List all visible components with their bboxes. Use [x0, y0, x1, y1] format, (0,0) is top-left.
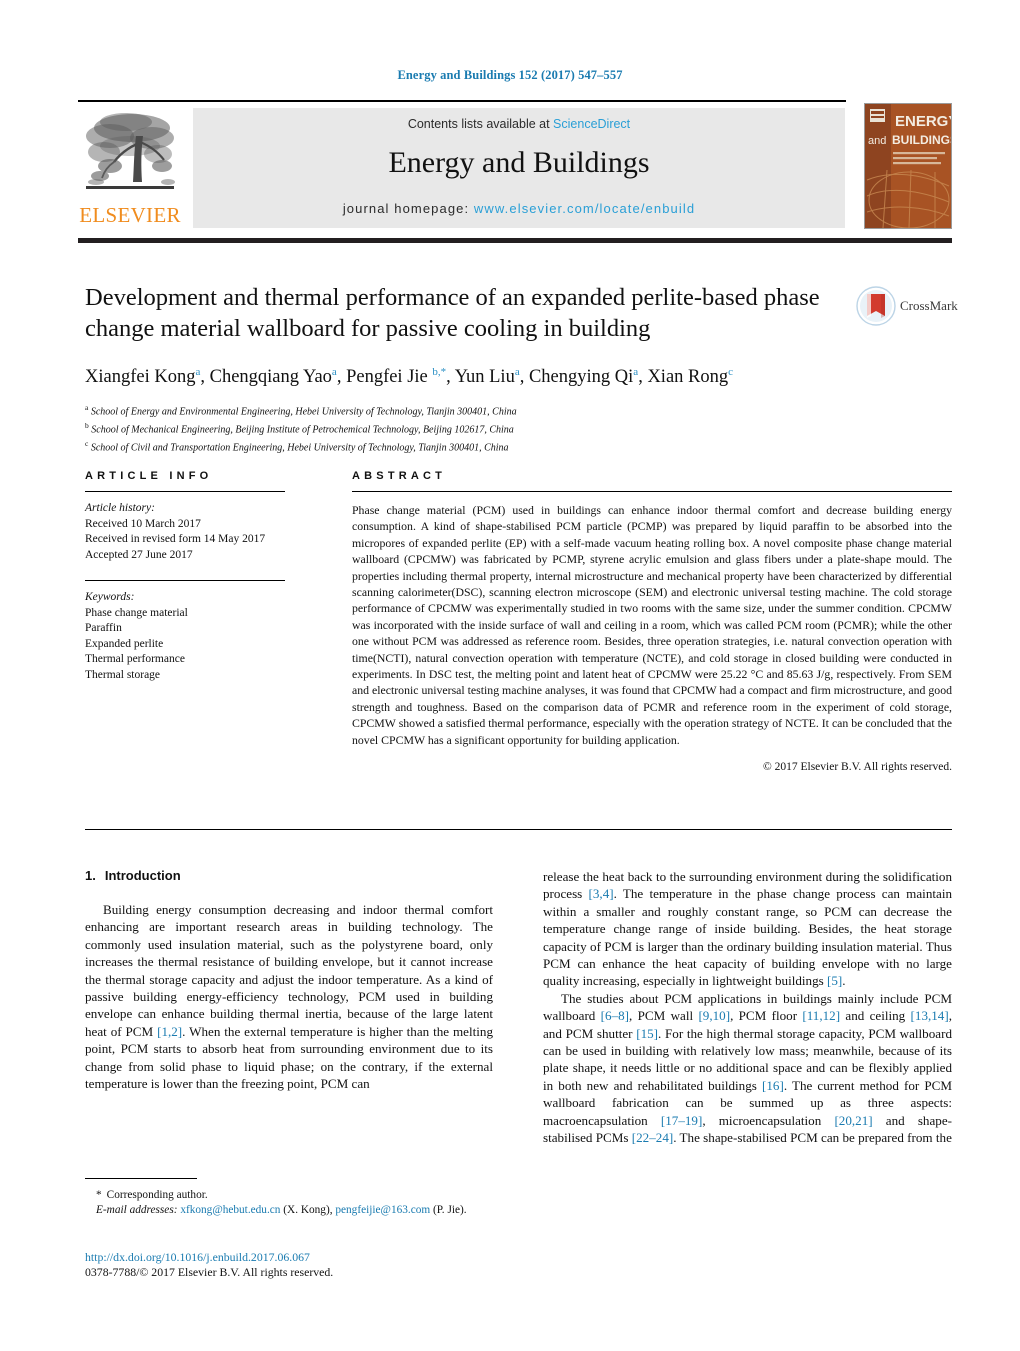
- intro-paragraph-3: The studies about PCM applications in bu…: [543, 990, 952, 1146]
- svg-text:and: and: [868, 135, 886, 147]
- doi-block: http://dx.doi.org/10.1016/j.enbuild.2017…: [85, 1250, 505, 1280]
- author-list: Xiangfei Konga, Chengqiang Yaoa, Pengfei…: [85, 366, 734, 388]
- elsevier-tree-icon: [86, 113, 175, 189]
- journal-cover-thumbnail: ENERGY and BUILDINGS: [864, 103, 952, 229]
- contents-available-line: Contents lists available at ScienceDirec…: [193, 117, 845, 131]
- footnote-block: * Corresponding author. E-mail addresses:…: [85, 1178, 493, 1217]
- elsevier-logo: ELSEVIER: [78, 108, 182, 230]
- svg-text:ENERGY: ENERGY: [895, 113, 951, 130]
- masthead-bottom-rule: [78, 238, 952, 243]
- page-title: Development and thermal performance of a…: [85, 284, 820, 342]
- keyword-item: Phase change material: [85, 606, 188, 619]
- journal-title: Energy and Buildings: [388, 146, 650, 179]
- abstract-text: Phase change material (PCM) used in buil…: [352, 503, 952, 747]
- affiliation-item: c School of Civil and Transportation Eng…: [85, 438, 509, 454]
- running-head: Energy and Buildings 152 (2017) 547–557: [397, 68, 623, 82]
- email-owner-1: (X. Kong),: [283, 1203, 333, 1216]
- sciencedirect-link[interactable]: ScienceDirect: [553, 117, 630, 131]
- crossmark-badge[interactable]: CrossMark: [856, 286, 958, 328]
- affiliation-list: a School of Energy and Environmental Eng…: [85, 401, 845, 454]
- section-title: Introduction: [104, 868, 181, 883]
- body-separator-rule: [85, 829, 952, 830]
- issn-copyright: 0378-7788/© 2017 Elsevier B.V. All right…: [85, 1265, 334, 1279]
- article-history: Article history: Received 10 March 2017 …: [85, 501, 285, 563]
- journal-homepage-line: journal homepage: www.elsevier.com/locat…: [193, 201, 845, 216]
- email-link-1[interactable]: xfkong@hebut.edu.cn: [180, 1204, 280, 1216]
- keyword-item: Paraffin: [85, 622, 122, 634]
- keyword-item: Thermal storage: [85, 668, 161, 681]
- keyword-item: Expanded perlite: [85, 637, 164, 650]
- abstract-heading: ABSTRACT: [352, 470, 447, 482]
- corresponding-author-text: Corresponding author.: [106, 1189, 208, 1201]
- homepage-prefix: journal homepage:: [342, 201, 474, 216]
- keyword-item: Thermal performance: [85, 653, 185, 665]
- article-history-label: Article history:: [85, 502, 155, 514]
- keywords-rule: [85, 580, 285, 581]
- abstract-copyright: © 2017 Elsevier B.V. All rights reserved…: [763, 761, 952, 774]
- body-column-left: 1. Introduction Building energy consumpti…: [85, 868, 493, 1092]
- masthead-top-rule: [78, 100, 846, 102]
- section-number: 1.: [85, 868, 96, 883]
- journal-homepage-link[interactable]: www.elsevier.com/locate/enbuild: [474, 201, 695, 216]
- corresponding-author-note: * Corresponding author.: [85, 1188, 493, 1203]
- affiliation-item: a School of Energy and Environmental Eng…: [85, 403, 517, 418]
- paper-page: Energy and Buildings 152 (2017) 547–557: [0, 0, 1020, 1351]
- article-info-heading: ARTICLE INFO: [85, 470, 213, 482]
- keywords-label: Keywords:: [85, 591, 135, 603]
- intro-paragraph-2: release the heat back to the surrounding…: [543, 869, 952, 989]
- elsevier-wordmark: ELSEVIER: [79, 203, 181, 227]
- section-heading-introduction: 1. Introduction: [85, 868, 493, 883]
- affiliation-item: b School of Mechanical Engineering, Beij…: [85, 420, 514, 436]
- masthead-panel: Contents lists available at ScienceDirec…: [193, 108, 845, 228]
- email-addresses-note: E-mail addresses: xfkong@hebut.edu.cn (X…: [85, 1203, 493, 1218]
- crossmark-icon: [856, 286, 896, 326]
- abstract-rule: [352, 491, 952, 492]
- abstract-column: ABSTRACT Phase change material (PCM) use…: [352, 470, 952, 773]
- footnote-star: *: [96, 1189, 102, 1201]
- history-item: Accepted 27 June 2017: [85, 548, 193, 561]
- doi-link[interactable]: http://dx.doi.org/10.1016/j.enbuild.2017…: [85, 1250, 505, 1265]
- intro-paragraph-1: Building energy consumption decreasing a…: [85, 902, 493, 1092]
- crossmark-label: CrossMark: [900, 298, 958, 313]
- body-column-right: release the heat back to the surrounding…: [543, 868, 952, 1147]
- email-owner-2: (P. Jie).: [433, 1203, 467, 1216]
- journal-masthead: ELSEVIER Contents lists available at Sci…: [78, 100, 952, 230]
- contents-prefix: Contents lists available at: [407, 117, 554, 131]
- history-item: Received 10 March 2017: [85, 517, 201, 530]
- keywords-block: Keywords: Phase change material Paraffin…: [85, 590, 285, 683]
- journal-cover-art: ENERGY and BUILDINGS: [865, 104, 951, 228]
- email-link-2[interactable]: pengfeijie@163.com: [335, 1204, 430, 1216]
- email-label: E-mail addresses:: [96, 1203, 178, 1216]
- history-item: Received in revised form 14 May 2017: [85, 533, 266, 545]
- article-info-column: ARTICLE INFO Article history: Received 1…: [85, 470, 285, 683]
- svg-text:BUILDINGS: BUILDINGS: [892, 133, 951, 147]
- footnote-rule: [85, 1178, 197, 1179]
- title-block: Development and thermal performance of a…: [85, 282, 845, 455]
- article-info-rule: [85, 491, 285, 492]
